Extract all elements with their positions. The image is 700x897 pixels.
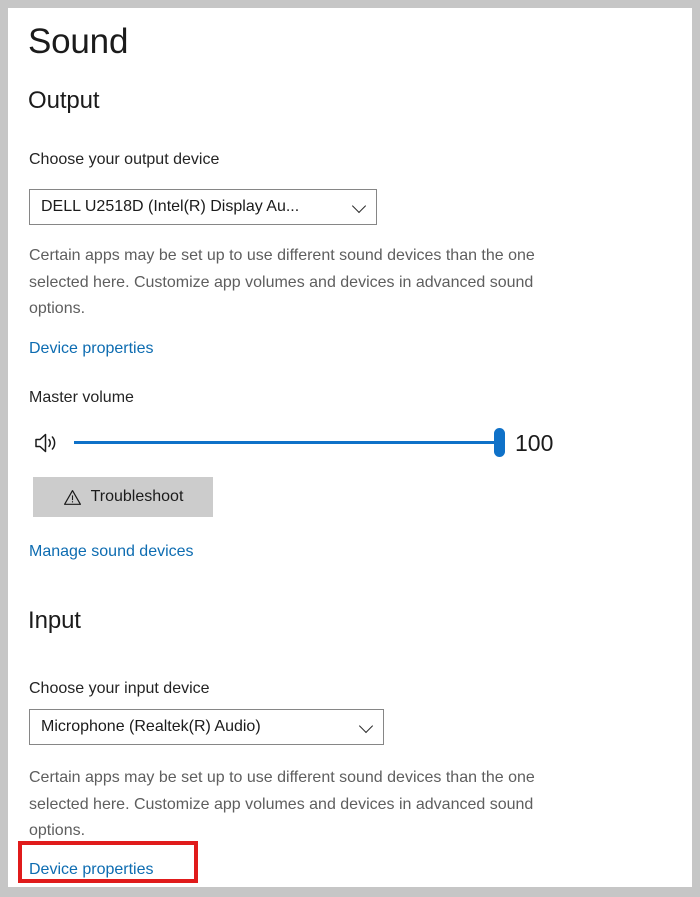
input-device-label: Choose your input device (29, 680, 210, 697)
sound-settings-page: Sound Output Choose your output device D… (8, 8, 692, 887)
input-device-properties-link[interactable]: Device properties (29, 859, 154, 880)
output-device-label: Choose your output device (29, 151, 220, 168)
warning-triangle-icon (63, 488, 82, 507)
page-title: Sound (28, 22, 129, 61)
input-device-value: Microphone (Realtek(R) Audio) (41, 718, 261, 735)
input-section-heading: Input (28, 607, 81, 634)
troubleshoot-button[interactable]: Troubleshoot (33, 477, 213, 517)
input-device-dropdown[interactable]: Microphone (Realtek(R) Audio) (29, 709, 384, 745)
output-section-heading: Output (28, 87, 100, 114)
troubleshoot-label: Troubleshoot (90, 488, 184, 505)
output-device-properties-link[interactable]: Device properties (29, 338, 154, 359)
master-volume-slider[interactable] (74, 428, 505, 457)
slider-thumb[interactable] (494, 428, 505, 457)
master-volume-row: 100 (29, 420, 569, 466)
master-volume-value: 100 (515, 430, 554, 456)
master-volume-label: Master volume (29, 389, 134, 406)
output-description: Certain apps may be set up to use differ… (29, 247, 535, 317)
input-description: Certain apps may be set up to use differ… (29, 769, 535, 839)
manage-sound-devices-link[interactable]: Manage sound devices (29, 541, 194, 562)
chevron-down-icon (357, 717, 377, 737)
speaker-volume-icon[interactable] (33, 430, 61, 456)
output-device-value: DELL U2518D (Intel(R) Display Au... (41, 198, 300, 215)
output-device-dropdown[interactable]: DELL U2518D (Intel(R) Display Au... (29, 189, 377, 225)
settings-window-frame: Sound Output Choose your output device D… (0, 0, 700, 897)
slider-fill (74, 441, 499, 444)
chevron-down-icon (350, 197, 370, 217)
